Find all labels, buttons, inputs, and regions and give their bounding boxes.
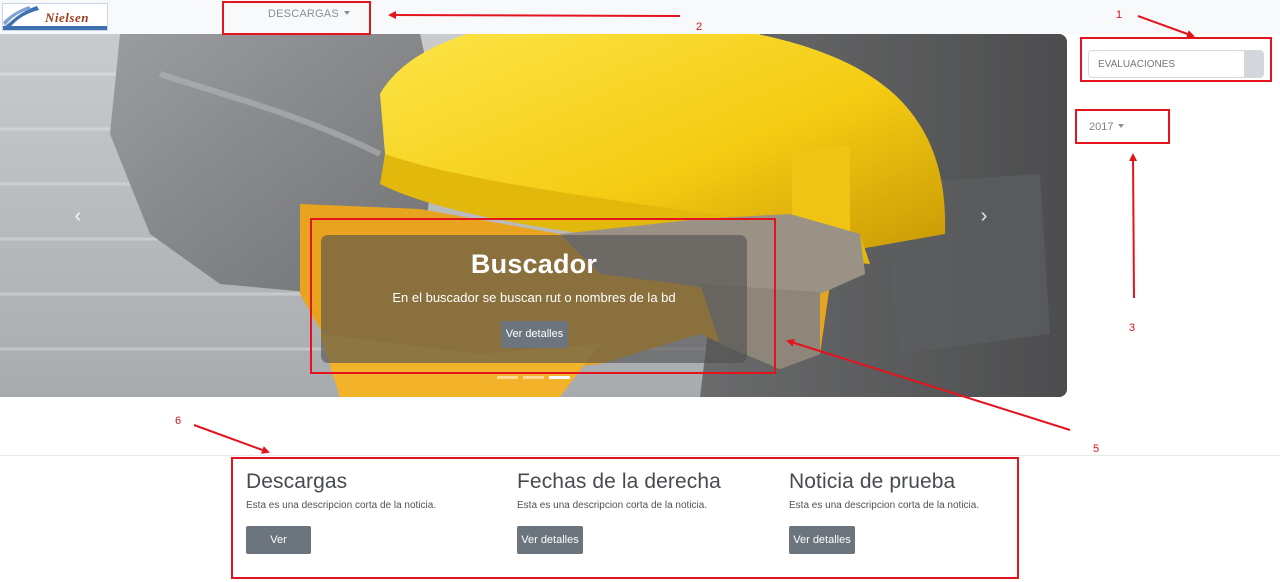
section-divider [0, 455, 1280, 456]
carousel-indicator-3[interactable] [549, 376, 570, 379]
annotation-box-year [1075, 109, 1170, 144]
annotation-box-evaluaciones [1080, 37, 1272, 82]
top-navbar: Nielsen DESCARGAS [0, 0, 1280, 34]
annotation-number-2: 2 [696, 21, 703, 33]
logo-bar [3, 26, 107, 30]
logo-text: Nielsen [45, 10, 89, 25]
carousel-indicator-1[interactable] [497, 376, 518, 379]
page: Nielsen DESCARGAS ‹ › Buscador En el bus… [0, 0, 1280, 582]
carousel-indicator-2[interactable] [523, 376, 544, 379]
annotation-box-caption [310, 218, 776, 374]
annotation-number-1: 1 [1116, 9, 1123, 21]
annotation-box-cards [231, 457, 1019, 579]
arrow-6 [193, 424, 270, 454]
annotation-number-3: 3 [1129, 322, 1136, 334]
annotation-number-5: 5 [1093, 443, 1100, 455]
carousel-next-icon[interactable]: › [974, 204, 994, 228]
nielsen-logo[interactable]: Nielsen [2, 3, 108, 31]
annotation-number-6: 6 [175, 415, 182, 427]
carousel-prev-icon[interactable]: ‹ [68, 204, 88, 228]
annotation-box-descargas [222, 1, 371, 35]
arrow-3 [1129, 153, 1138, 299]
